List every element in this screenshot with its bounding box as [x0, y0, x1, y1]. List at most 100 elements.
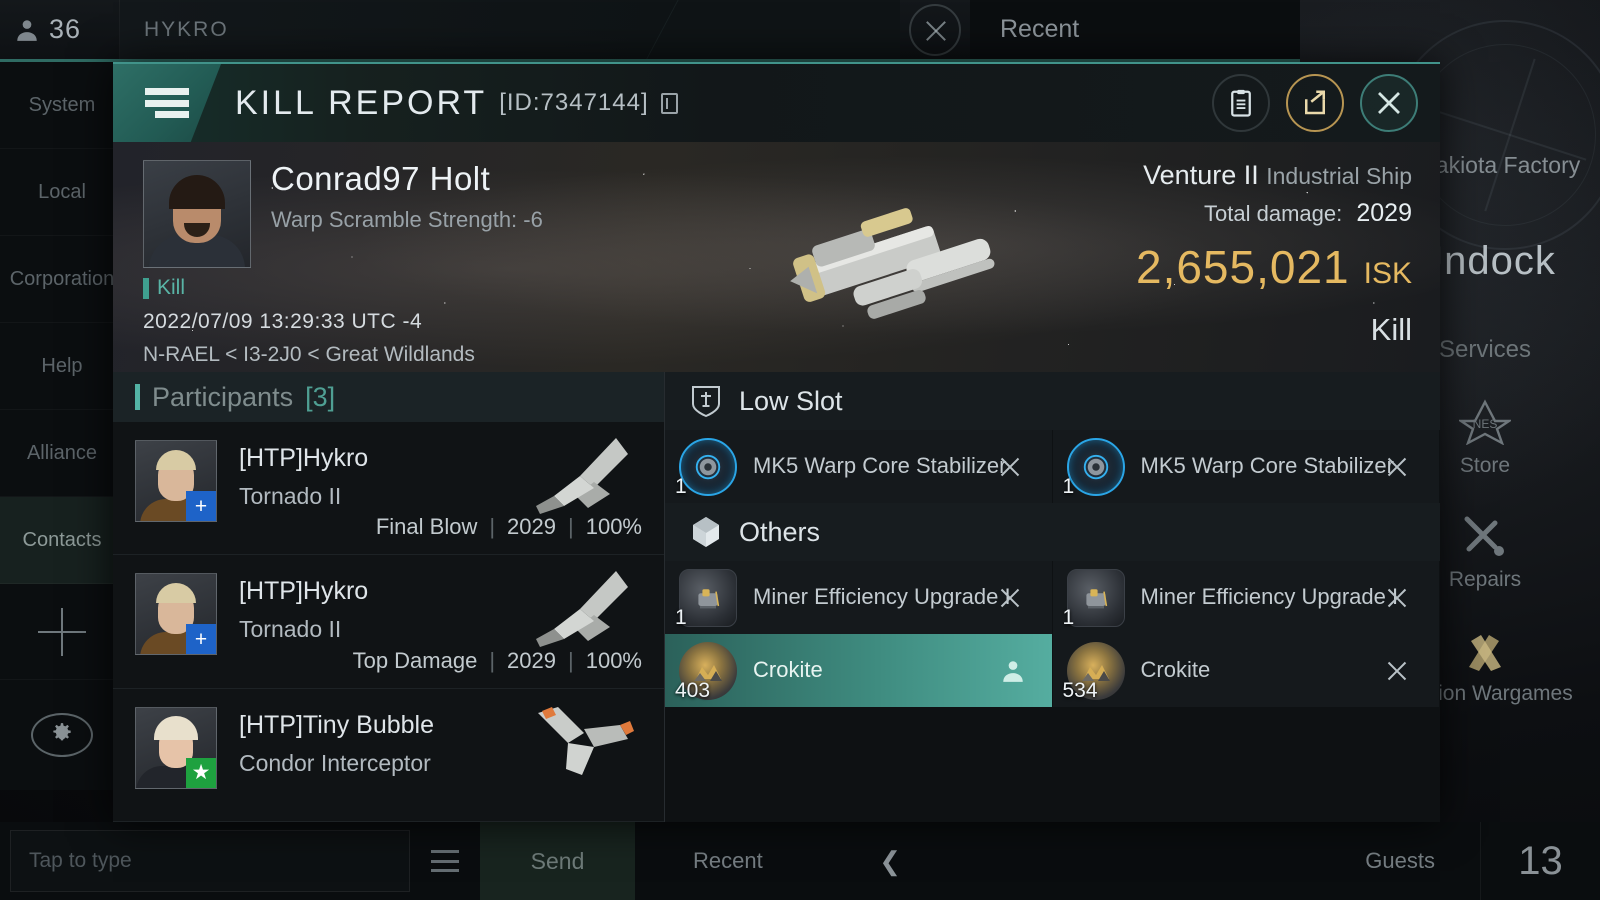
low-slot-items: 1 MK5 Warp Core Stabilizer 1 MK5 Warp Co…	[665, 430, 1440, 503]
kill-result: Kill	[1370, 312, 1412, 347]
participant-stats: Final Blow | 2029 | 100%	[376, 514, 642, 540]
copy-icon[interactable]	[660, 92, 678, 114]
sidebar-item-local[interactable]: Local	[0, 149, 124, 236]
table-row[interactable]: + [HTP]Hykro Tornado II Final Blow | 202…	[113, 422, 664, 556]
dialog-menu-button[interactable]	[113, 64, 221, 142]
warp-core-stabilizer-icon	[679, 437, 737, 496]
avatar[interactable]	[143, 160, 251, 268]
item-quantity: 1	[675, 605, 687, 629]
avatar: +	[135, 573, 217, 656]
item-icon-wrap: 534	[1063, 641, 1125, 702]
close-icon	[909, 3, 961, 56]
nes-star-icon: NES	[1457, 398, 1513, 446]
status-badge: Kill	[143, 276, 475, 300]
clipboard-button[interactable]	[1212, 74, 1270, 132]
table-row[interactable]: ★ [HTP]Tiny Bubble Condor Interceptor	[113, 689, 664, 822]
participant-ship: Tornado II	[239, 483, 342, 510]
victim-name: Conrad97 Holt	[271, 160, 491, 197]
remove-icon[interactable]	[1385, 455, 1409, 479]
chat-channel-nav: System Local Corporation Help Alliance C…	[0, 62, 124, 822]
service-store[interactable]: NES Store	[1457, 398, 1513, 478]
kill-report-id: [ID:7347144]	[499, 89, 649, 116]
chat-tab-label: HYKRO	[144, 17, 229, 41]
owner-icon[interactable]	[1000, 657, 1026, 685]
sidebar-item-label: Alliance	[26, 441, 98, 464]
list-item[interactable]: 1 Miner Efficiency Upgrade I	[665, 561, 1053, 634]
dialog-body: Participants [3] + [HTP]Hykro Tornado II	[113, 372, 1440, 822]
kill-report-dialog: KILL REPORT [ID:7347144] Conrad97 Holt W…	[113, 62, 1440, 822]
share-icon	[1305, 90, 1325, 115]
total-damage-label: Total damage:	[1204, 201, 1343, 226]
hamburger-icon	[431, 850, 459, 872]
share-button[interactable]	[1286, 74, 1344, 132]
participants-title: Participants	[152, 381, 294, 412]
remove-icon[interactable]	[1385, 659, 1409, 683]
item-quantity: 1	[675, 474, 687, 498]
kill-location: N-RAEL < I3-2J0 < Great Wildlands	[143, 343, 475, 366]
clipboard-icon	[1231, 89, 1251, 117]
recent-panel-toggle[interactable]: Recent ❮	[635, 822, 935, 900]
chat-top-bar: 36 HYKRO Recent	[0, 0, 1300, 62]
others-items-row2: 403 Crokite 534 Crokite	[665, 634, 1440, 707]
list-item[interactable]: 1 Miner Efficiency Upgrade I	[1052, 561, 1440, 634]
guests-count: 13	[1480, 822, 1600, 900]
list-item[interactable]: 534 Crokite	[1052, 634, 1440, 707]
sidebar-item-contacts[interactable]: Contacts	[0, 497, 124, 584]
list-item[interactable]: 1 MK5 Warp Core Stabilizer	[665, 430, 1053, 503]
sidebar-item-help[interactable]: Help	[0, 323, 124, 410]
chat-menu-button[interactable]	[410, 822, 480, 900]
send-button[interactable]: Send	[480, 822, 635, 900]
item-name: MK5 Warp Core Stabilizer	[753, 453, 1007, 479]
plus-badge: +	[186, 491, 216, 522]
participant-ship-render	[536, 438, 628, 515]
item-quantity: 1	[1062, 605, 1075, 629]
section-header-low-slot: Low Slot	[665, 372, 1440, 430]
section-title: Others	[739, 516, 821, 547]
total-damage-value: 2029	[1356, 199, 1412, 227]
send-label: Send	[530, 847, 585, 874]
online-users-count: 36	[49, 14, 82, 44]
chat-settings-button[interactable]	[0, 680, 124, 790]
victim-identity: Conrad97 Holt Warp Scramble Strength: -6	[143, 160, 543, 268]
star-badge: ★	[186, 757, 216, 788]
item-name: Miner Efficiency Upgrade I	[1140, 584, 1399, 610]
remove-icon[interactable]	[1385, 586, 1409, 610]
item-icon-wrap: 403	[675, 641, 737, 702]
list-item[interactable]: 1 MK5 Warp Core Stabilizer	[1052, 430, 1440, 503]
online-users-chip[interactable]: 36	[0, 0, 120, 59]
participant-name: [HTP]Tiny Bubble	[239, 710, 434, 739]
miner-upgrade-icon	[1066, 568, 1125, 627]
participant-percent: 100%	[585, 647, 642, 673]
table-row[interactable]: + [HTP]Hykro Tornado II Top Damage | 202…	[113, 555, 664, 689]
chat-close-button[interactable]	[900, 0, 970, 59]
guests-label: Guests	[1365, 848, 1435, 873]
remove-icon[interactable]	[998, 586, 1022, 610]
sidebar-item-system[interactable]: System	[0, 62, 124, 149]
participants-header: Participants [3]	[113, 372, 664, 423]
plus-icon	[38, 607, 86, 656]
add-channel-button[interactable]	[0, 584, 124, 680]
sidebar-item-label: Local	[38, 180, 86, 203]
participant-damage: 2029	[507, 647, 556, 673]
chat-tab-hykro[interactable]: HYKRO	[120, 0, 900, 59]
participants-count: [3]	[305, 381, 336, 412]
victim-text: Conrad97 Holt Warp Scramble Strength: -6	[271, 160, 543, 268]
sidebar-item-label: System	[28, 93, 96, 116]
victim-ship-line: Venture II Industrial Ship	[1136, 160, 1412, 191]
sidebar-item-label: Contacts	[22, 528, 102, 551]
chat-tab-recent[interactable]: Recent	[970, 0, 1300, 59]
participant-ship: Tornado II	[239, 616, 342, 643]
item-icon-wrap: 1	[1063, 568, 1125, 629]
dialog-title-group: KILL REPORT [ID:7347144]	[221, 64, 1212, 142]
close-button[interactable]	[1360, 74, 1418, 132]
sidebar-item-alliance[interactable]: Alliance	[0, 410, 124, 497]
sidebar-item-corporation[interactable]: Corporation	[0, 236, 124, 323]
remove-icon[interactable]	[998, 455, 1022, 479]
item-name: MK5 Warp Core Stabilizer	[1140, 453, 1394, 479]
chat-bottom-bar: Tap to type Send Recent ❮ Guests 13	[0, 822, 1600, 900]
service-repairs[interactable]: Repairs	[1449, 512, 1521, 592]
list-item-selected[interactable]: 403 Crokite	[665, 634, 1053, 707]
fitting-panel: Low Slot 1 MK5 Warp Core Stabilizer 1 MK…	[665, 372, 1440, 822]
victim-subtitle: Warp Scramble Strength: -6	[271, 207, 543, 232]
chat-input[interactable]: Tap to type	[10, 830, 410, 892]
